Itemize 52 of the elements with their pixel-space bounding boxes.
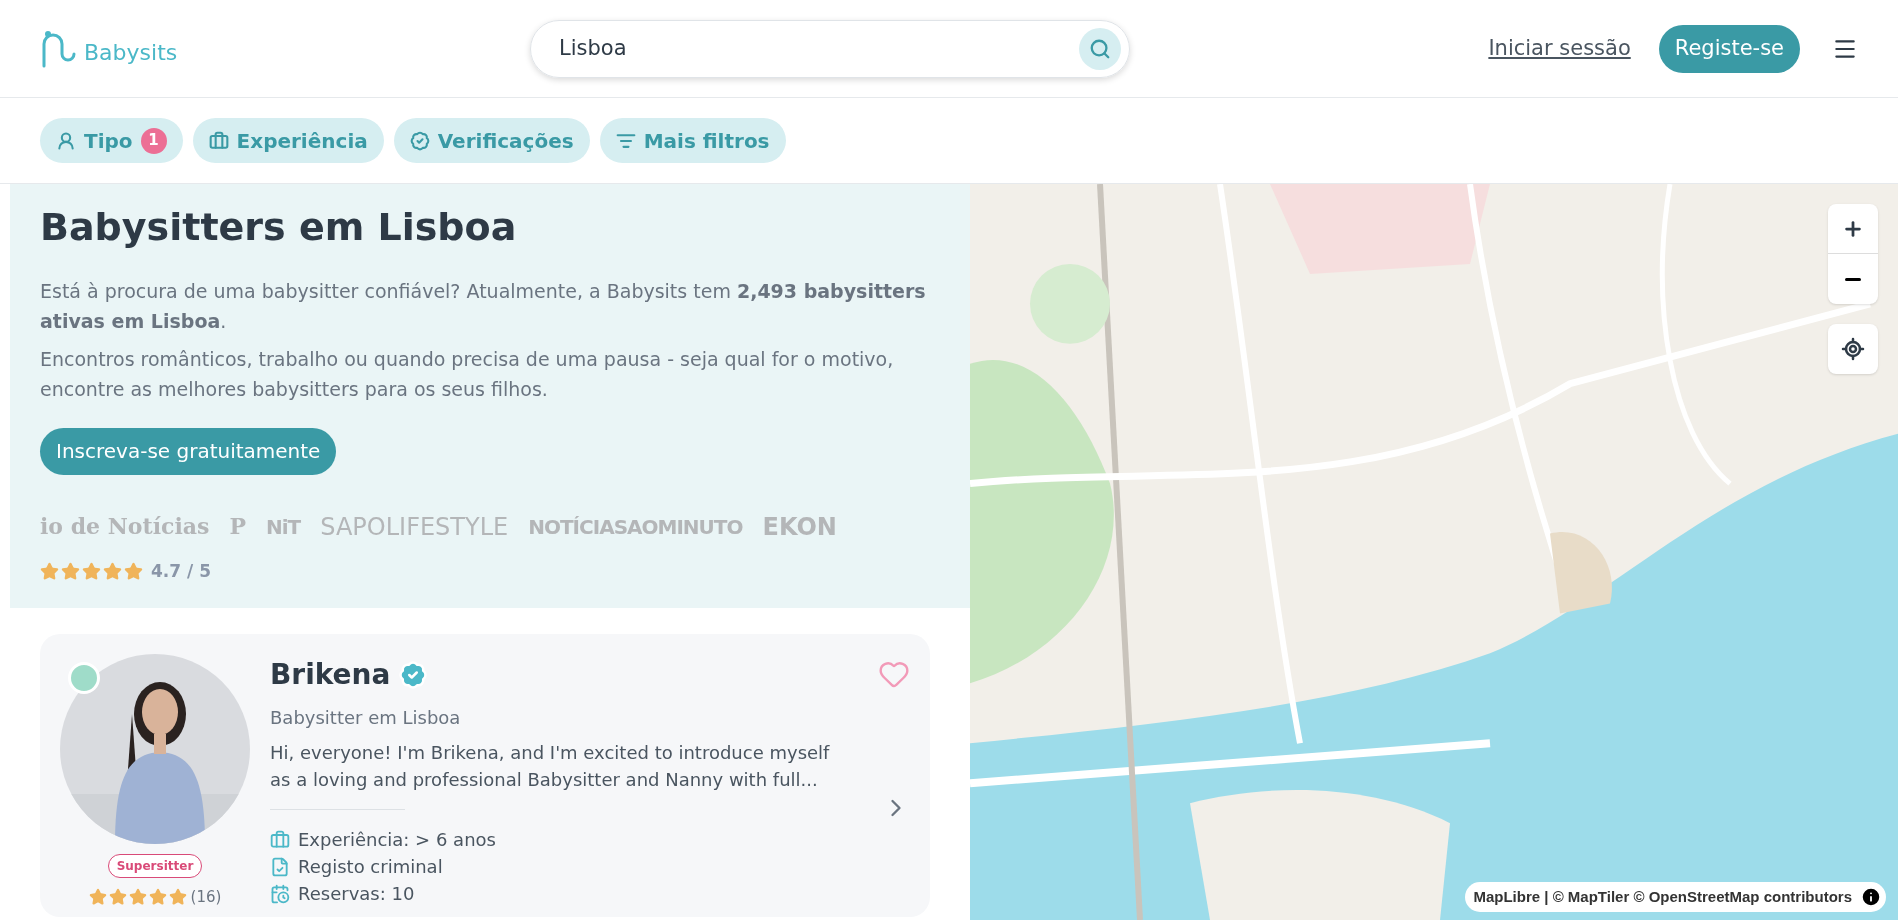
press-logo: io de Notícias (40, 512, 210, 541)
filter-chip[interactable]: Experiência (192, 118, 384, 163)
sitter-bio: Hi, everyone! I'm Brikena, and I'm excited to introduce myself as a loving and professional Babysitter and Nanny with full... (270, 741, 831, 792)
intro-text: Encontros românticos, trabalho ou quando precisa de uma pausa - seja qual for o motivo, encontre as melhores babysitters para os seus filhos. (40, 346, 895, 402)
star-icon (128, 888, 147, 907)
review-count: (16) (190, 887, 222, 908)
login-link[interactable]: Iniciar sessão (1488, 32, 1631, 65)
verified-badge-icon (409, 130, 430, 151)
intro-text: Está à procura de uma babysitter confiável? Atualmente, a Babysits tem 2,493 babysitters ativas em Lisboa. (40, 278, 927, 334)
person-icon (56, 130, 76, 151)
search-button[interactable] (1079, 27, 1121, 70)
count-badge: 1 (140, 127, 167, 154)
press-logo: NiT (266, 513, 301, 541)
filter-chip[interactable]: Tipo 1 (40, 118, 183, 163)
star-icon (103, 561, 122, 581)
fact-text: Reservas: 10 (298, 882, 415, 906)
info-icon[interactable] (1860, 886, 1882, 908)
press-logo: NOTÍCIASAOMINUTO (528, 513, 743, 541)
star-icon (40, 561, 59, 581)
star-icon (82, 561, 101, 581)
page-title: Babysitters em Lisboa (40, 204, 518, 251)
locate-button[interactable] (1828, 324, 1878, 374)
calendar-icon (270, 883, 290, 904)
briefcase-icon (208, 130, 229, 151)
filter-chip[interactable]: Mais filtros (599, 118, 786, 163)
signup-free-button[interactable]: Inscreva-se gratuitamente (40, 427, 337, 475)
press-logo: SAPOLIFESTYLE (320, 511, 509, 543)
star-icon (108, 888, 127, 907)
sitter-name: Brikena (270, 657, 391, 693)
locate-icon (1841, 337, 1865, 361)
sitter-location: Babysitter em Lisboa (270, 706, 462, 730)
rating-score: 4.7 / 5 (151, 559, 211, 583)
star-icon (148, 888, 167, 907)
logo-text: Babysits (84, 41, 178, 64)
star-icon (88, 888, 107, 907)
star-icon (168, 888, 187, 907)
press-logo: P (229, 512, 246, 541)
briefcase-icon (270, 829, 290, 850)
signup-button[interactable]: Registe-se (1658, 24, 1800, 73)
star-icon (124, 561, 143, 581)
document-check-icon (270, 856, 290, 877)
search-input[interactable]: Lisboa (559, 32, 1079, 65)
minus-icon (1845, 277, 1861, 281)
filter-chip[interactable]: Verificações (393, 118, 590, 163)
search-icon (1089, 37, 1111, 60)
fact-text: Experiência: > 6 anos (298, 828, 496, 852)
attribution-text: MapLibre | © MapTiler © OpenStreetMap contributors (1473, 886, 1852, 907)
fact-text: Registo criminal (298, 855, 443, 879)
press-logo: EKON (762, 511, 837, 543)
star-icon (61, 561, 80, 581)
supersitter-badge: Supersitter (107, 854, 203, 878)
profile-card[interactable] (40, 634, 930, 917)
